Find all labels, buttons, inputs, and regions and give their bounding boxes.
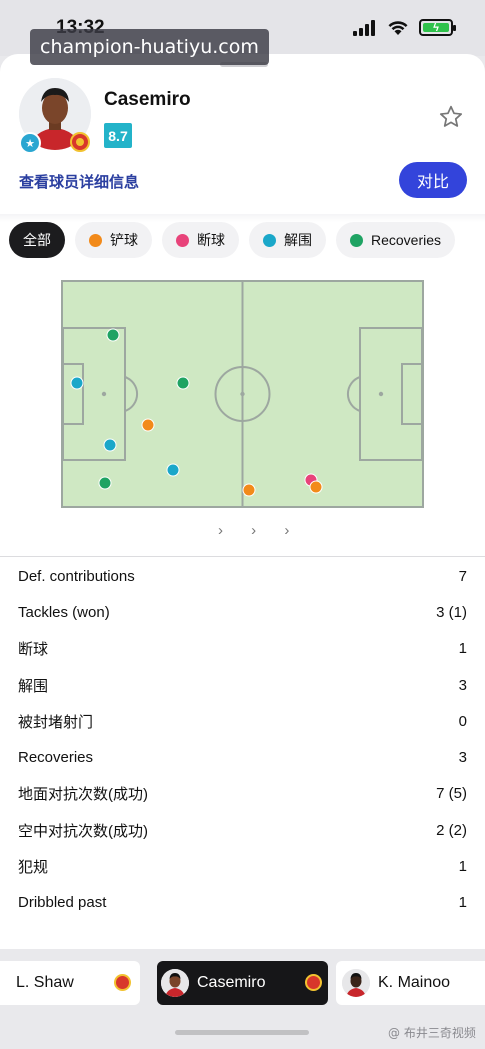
status-icons: ϟ bbox=[353, 19, 456, 36]
stat-row-tackles: Tackles (won) 3 (1) bbox=[0, 594, 485, 630]
player-rating: 8.7 bbox=[104, 123, 132, 148]
filter-chip-tackles[interactable]: 铲球 bbox=[75, 222, 152, 258]
pitch-event-dot[interactable] bbox=[103, 438, 117, 452]
stat-value: 3 (1) bbox=[436, 603, 467, 621]
player-chip-mainoo[interactable]: K. Mainoo bbox=[336, 961, 485, 1005]
stat-value: 7 (5) bbox=[436, 785, 467, 803]
signal-icon bbox=[353, 19, 375, 36]
pager-chevrons[interactable]: › › › bbox=[218, 522, 301, 539]
stat-label: 地面对抗次数(成功) bbox=[18, 786, 148, 804]
player-avatar bbox=[161, 969, 189, 997]
recovery-dot-icon bbox=[350, 233, 363, 247]
pitch-event-dot[interactable] bbox=[106, 328, 120, 342]
stats-list: Def. contributions 7 Tackles (won) 3 (1)… bbox=[0, 558, 485, 921]
stat-value: 3 bbox=[458, 749, 467, 767]
stat-label: 空中对抗次数(成功) bbox=[18, 822, 148, 840]
stat-row-fouls: 犯规 1 bbox=[0, 848, 485, 884]
club-crest-icon bbox=[305, 974, 322, 991]
stat-row-interceptions: 断球 1 bbox=[0, 631, 485, 667]
filter-chip-label: Recoveries bbox=[371, 232, 442, 248]
stat-value: 0 bbox=[458, 712, 467, 730]
club-crest-icon bbox=[70, 132, 90, 152]
stat-label: Dribbled past bbox=[18, 894, 107, 912]
stat-value: 7 bbox=[458, 567, 467, 585]
event-filter-chips: 全部 铲球 断球 解围 Recoveries bbox=[9, 222, 456, 258]
filter-chip-label: 全部 bbox=[23, 232, 51, 248]
battery-icon: ϟ bbox=[419, 19, 456, 36]
tackle-dot-icon bbox=[89, 233, 102, 247]
stat-label: 解围 bbox=[18, 677, 49, 695]
stat-row-recoveries: Recoveries 3 bbox=[0, 739, 485, 775]
pitch-event-dot[interactable] bbox=[70, 376, 84, 390]
pitch-event-dot[interactable] bbox=[242, 483, 256, 497]
stat-label: Def. contributions bbox=[18, 567, 135, 585]
watermark-site: champion-huatiyu.com bbox=[30, 29, 269, 65]
filter-chip-label: 铲球 bbox=[110, 232, 138, 248]
stat-label: Recoveries bbox=[18, 749, 94, 767]
filter-chip-all[interactable]: 全部 bbox=[9, 222, 65, 258]
stat-row-aerial-duels: 空中对抗次数(成功) 2 (2) bbox=[0, 812, 485, 848]
stat-value: 3 bbox=[458, 676, 467, 694]
pitch-event-dot[interactable] bbox=[166, 463, 180, 477]
compare-button[interactable]: 对比 bbox=[399, 162, 467, 198]
player-name: Casemiro bbox=[104, 89, 191, 110]
interception-dot-icon bbox=[176, 233, 189, 247]
filter-chip-label: 解围 bbox=[284, 232, 312, 248]
player-detail-link[interactable]: 查看球员详细信息 bbox=[19, 171, 139, 192]
player-chip-name: Casemiro bbox=[197, 974, 266, 991]
stat-row-clearances: 解围 3 bbox=[0, 667, 485, 703]
stat-row-def-contributions: Def. contributions 7 bbox=[0, 558, 485, 594]
pitch-event-dot[interactable] bbox=[98, 476, 112, 490]
stat-value: 2 (2) bbox=[436, 821, 467, 839]
stat-row-blocked-shots: 被封堵射门 0 bbox=[0, 703, 485, 739]
stat-label: 断球 bbox=[18, 641, 49, 659]
clearance-dot-icon bbox=[263, 233, 276, 247]
stat-value: 1 bbox=[458, 640, 467, 658]
player-switcher: L. Shaw Casemiro K. Mainoo bbox=[0, 955, 485, 1011]
pitch-event-dot[interactable] bbox=[176, 376, 190, 390]
stat-label: Tackles (won) bbox=[18, 603, 110, 621]
stats-divider bbox=[0, 556, 485, 557]
section-divider bbox=[0, 214, 485, 222]
player-chip-casemiro[interactable]: Casemiro bbox=[157, 961, 328, 1005]
player-avatar bbox=[342, 969, 370, 997]
filter-chip-label: 断球 bbox=[197, 232, 225, 248]
wifi-icon bbox=[388, 20, 408, 35]
stat-label: 被封堵射门 bbox=[18, 713, 94, 731]
filter-chip-recoveries[interactable]: Recoveries bbox=[336, 222, 456, 258]
favorite-star-icon[interactable] bbox=[438, 104, 464, 130]
filter-chip-interceptions[interactable]: 断球 bbox=[162, 222, 239, 258]
stat-value: 1 bbox=[458, 858, 467, 876]
player-chip-name: K. Mainoo bbox=[378, 974, 451, 991]
filter-chip-clearances[interactable]: 解围 bbox=[249, 222, 326, 258]
club-crest-icon bbox=[114, 974, 131, 991]
home-indicator[interactable] bbox=[175, 1030, 309, 1035]
watermark-credit: @ 布井三奇视频 bbox=[388, 1026, 476, 1040]
pitch-event-dot[interactable] bbox=[309, 480, 323, 494]
player-chip-shaw[interactable]: L. Shaw bbox=[0, 961, 140, 1005]
stat-value: 1 bbox=[458, 894, 467, 912]
pitch-map bbox=[61, 280, 424, 508]
stat-row-ground-duels: 地面对抗次数(成功) 7 (5) bbox=[0, 776, 485, 812]
stat-row-dribbled-past: Dribbled past 1 bbox=[0, 885, 485, 921]
star-player-icon: ★ bbox=[19, 132, 41, 154]
pitch-event-dot[interactable] bbox=[141, 418, 155, 432]
player-chip-name: L. Shaw bbox=[16, 974, 74, 991]
player-sheet: ★ Casemiro 8.7 查看球员详细信息 对比 全部 铲球 断球 解围 R… bbox=[0, 54, 485, 949]
stat-label: 犯规 bbox=[18, 859, 49, 877]
